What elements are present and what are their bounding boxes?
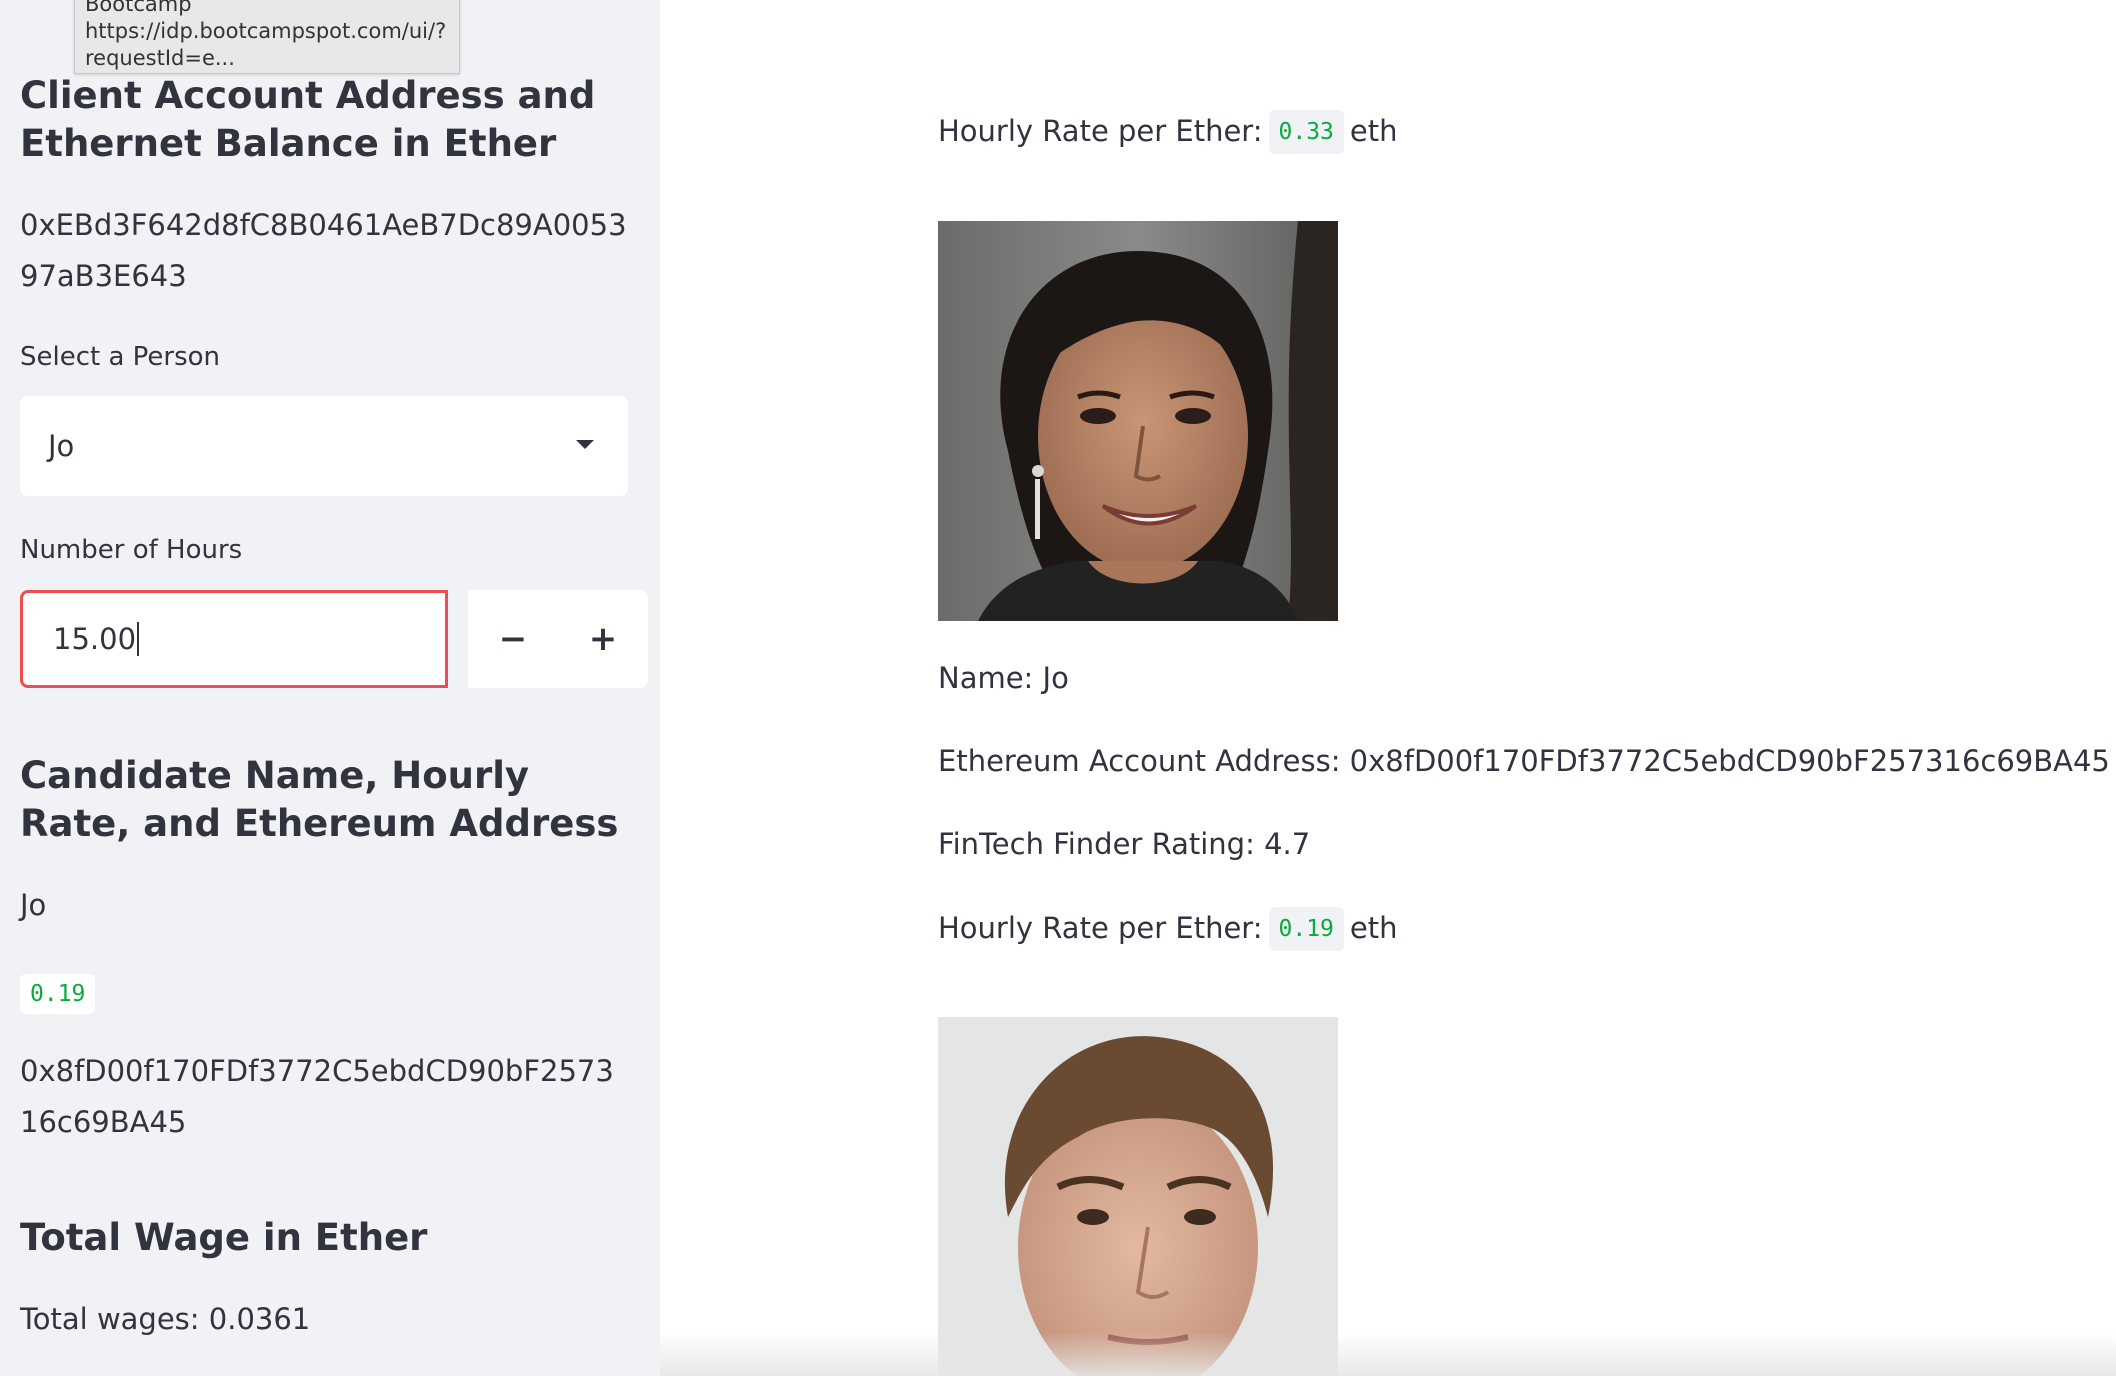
decrement-button[interactable]: − xyxy=(468,590,558,688)
hourly-rate-label: Hourly Rate per Ether: xyxy=(938,911,1263,945)
candidate-heading: Candidate Name, Hourly Rate, and Ethereu… xyxy=(20,754,619,845)
person-name: Name: Jo xyxy=(938,661,1069,695)
candidate-name: Jo xyxy=(20,888,47,922)
hours-stepper: 15.00 − + xyxy=(20,590,648,688)
person-eth-address: Ethereum Account Address: 0x8fD00f170FDf… xyxy=(938,744,2110,778)
candidate-photo-next xyxy=(938,1017,1338,1376)
person-select[interactable]: Jo xyxy=(20,396,628,496)
plus-icon: + xyxy=(588,619,618,659)
sidebar: Bootcamp https://idp.bootcampspot.com/ui… xyxy=(0,0,660,1376)
hourly-rate-unit: eth xyxy=(1349,114,1398,148)
person-rating: FinTech Finder Rating: 4.7 xyxy=(938,827,1311,861)
increment-button[interactable]: + xyxy=(558,590,648,688)
hours-input-value: 15.00 xyxy=(53,622,137,656)
app-window: Bootcamp https://idp.bootcampspot.com/ui… xyxy=(0,0,2116,1376)
tooltip-line-1: Bootcamp xyxy=(85,0,192,16)
hours-label: Number of Hours xyxy=(20,535,243,565)
client-account-address: 0xEBd3F642d8fC8B0461AeB7Dc89A005397aB3E6… xyxy=(20,208,627,293)
text-cursor xyxy=(137,622,140,656)
person-select-value: Jo xyxy=(48,429,75,463)
hourly-rate-row-jo: Hourly Rate per Ether: 0.19 eth xyxy=(938,907,1397,951)
hourly-rate-label: Hourly Rate per Ether: xyxy=(938,114,1263,148)
select-person-label: Select a Person xyxy=(20,342,221,372)
hourly-rate-row-top: Hourly Rate per Ether: 0.33 eth xyxy=(938,110,1397,154)
portrait-man-image xyxy=(938,1017,1338,1376)
portrait-woman-image xyxy=(938,221,1338,621)
total-wages-text: Total wages: 0.0361 xyxy=(20,1302,311,1336)
tooltip-line-3: requestId=e... xyxy=(85,46,235,70)
candidate-rate-code: 0.19 xyxy=(20,974,96,1014)
url-tooltip: Bootcamp https://idp.bootcampspot.com/ui… xyxy=(74,0,460,74)
candidate-address: 0x8fD00f170FDf3772C5ebdCD90bF257316c69BA… xyxy=(20,1054,614,1139)
total-wage-heading: Total Wage in Ether xyxy=(20,1216,428,1259)
bottom-fade xyxy=(660,1332,2116,1376)
minus-icon: − xyxy=(498,619,528,659)
hourly-rate-value: 0.19 xyxy=(1268,907,1344,951)
tooltip-line-2: https://idp.bootcampspot.com/ui/? xyxy=(85,19,447,43)
hourly-rate-value: 0.33 xyxy=(1268,110,1344,154)
candidate-photo-jo xyxy=(938,221,1338,621)
main-content: Hourly Rate per Ether: 0.33 eth Name: Jo… xyxy=(660,0,2116,1376)
hourly-rate-unit: eth xyxy=(1349,911,1398,945)
hours-input[interactable]: 15.00 xyxy=(20,590,448,688)
chevron-down-icon xyxy=(576,440,594,449)
account-heading: Client Account Address and Ethernet Bala… xyxy=(20,74,596,165)
